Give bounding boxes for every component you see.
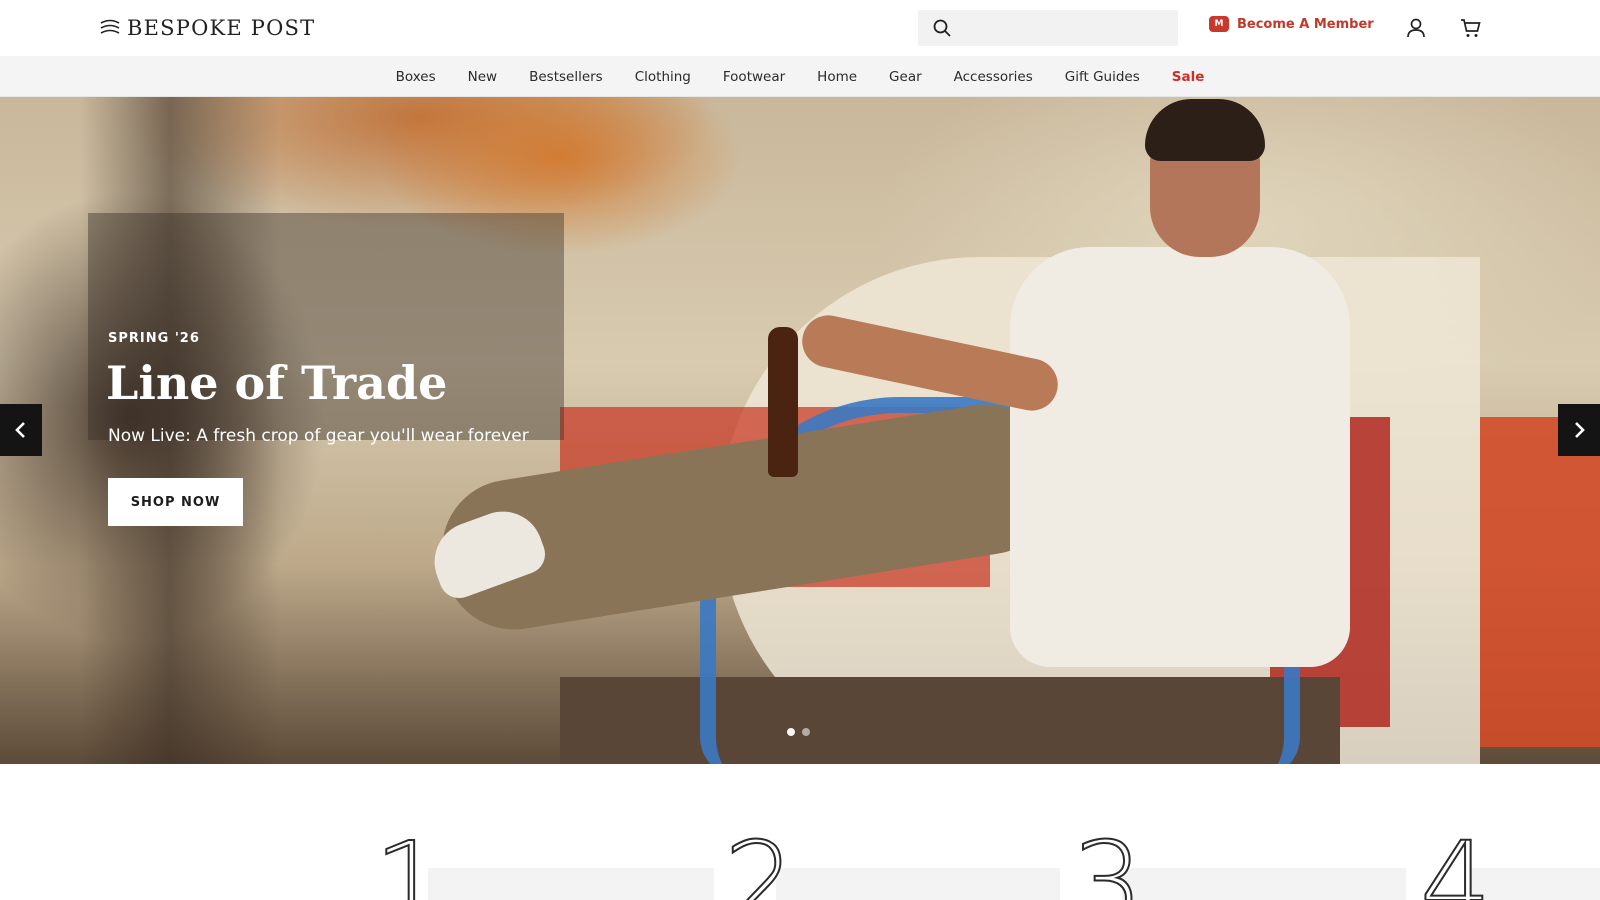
- carousel-dots: [787, 728, 810, 736]
- logo[interactable]: BESPOKE POST: [99, 15, 315, 41]
- nav-item-gift-guides[interactable]: Gift Guides: [1065, 69, 1140, 85]
- nav-item-bestsellers[interactable]: Bestsellers: [529, 69, 603, 85]
- carousel-dot-1[interactable]: [787, 728, 795, 736]
- logo-text: BESPOKE POST: [127, 16, 316, 40]
- nav-item-gear[interactable]: Gear: [889, 69, 922, 85]
- carousel-prev-button[interactable]: [0, 404, 42, 456]
- how-it-works-steps: 1 2 3 4: [0, 764, 1600, 900]
- search-icon[interactable]: [932, 18, 952, 38]
- hero-title: Line of Trade: [106, 356, 448, 410]
- step-number-4: 4: [1419, 819, 1492, 900]
- search-box[interactable]: [918, 10, 1178, 46]
- account-icon: [1407, 18, 1425, 38]
- nav-item-clothing[interactable]: Clothing: [635, 69, 691, 85]
- carousel-dot-2[interactable]: [802, 728, 810, 736]
- cart-button[interactable]: [1459, 16, 1483, 40]
- nav-item-sale[interactable]: Sale: [1172, 69, 1205, 85]
- main-nav: Boxes New Bestsellers Clothing Footwear …: [0, 56, 1600, 97]
- hero-eyebrow: SPRING '26: [108, 331, 200, 346]
- step-card-1: [428, 868, 714, 900]
- site-header: BESPOKE POST M Become A Member: [0, 0, 1600, 56]
- step-number-2: 2: [723, 819, 796, 900]
- carousel-next-button[interactable]: [1558, 404, 1600, 456]
- nav-item-new[interactable]: New: [468, 69, 497, 85]
- nav-list: Boxes New Bestsellers Clothing Footwear …: [0, 56, 1600, 97]
- search-input[interactable]: [962, 13, 1162, 43]
- nav-item-footwear[interactable]: Footwear: [723, 69, 785, 85]
- hero-image-bottle: [768, 327, 798, 477]
- chevron-left-icon: [15, 422, 25, 438]
- step-number-3: 3: [1071, 819, 1144, 900]
- step-number-1: 1: [373, 819, 446, 900]
- nav-item-boxes[interactable]: Boxes: [396, 69, 436, 85]
- nav-item-accessories[interactable]: Accessories: [954, 69, 1033, 85]
- member-icon: M: [1209, 16, 1229, 32]
- step-card-2: [776, 868, 1060, 900]
- hero-image-sign-edge: [1480, 417, 1600, 747]
- shop-now-button[interactable]: SHOP NOW: [108, 478, 243, 526]
- hero-subtitle: Now Live: A fresh crop of gear you'll we…: [108, 426, 529, 446]
- account-button[interactable]: [1404, 16, 1428, 40]
- become-member-label: Become A Member: [1237, 16, 1374, 32]
- hero-image-hair: [1145, 99, 1265, 161]
- become-member-link[interactable]: M Become A Member: [1209, 16, 1374, 32]
- nav-item-home[interactable]: Home: [817, 69, 857, 85]
- chevron-right-icon: [1575, 422, 1585, 438]
- step-card-3: [1122, 868, 1406, 900]
- hero-image-shirt: [1010, 247, 1350, 667]
- logo-mark-icon: [100, 19, 120, 34]
- cart-icon: [1461, 19, 1481, 37]
